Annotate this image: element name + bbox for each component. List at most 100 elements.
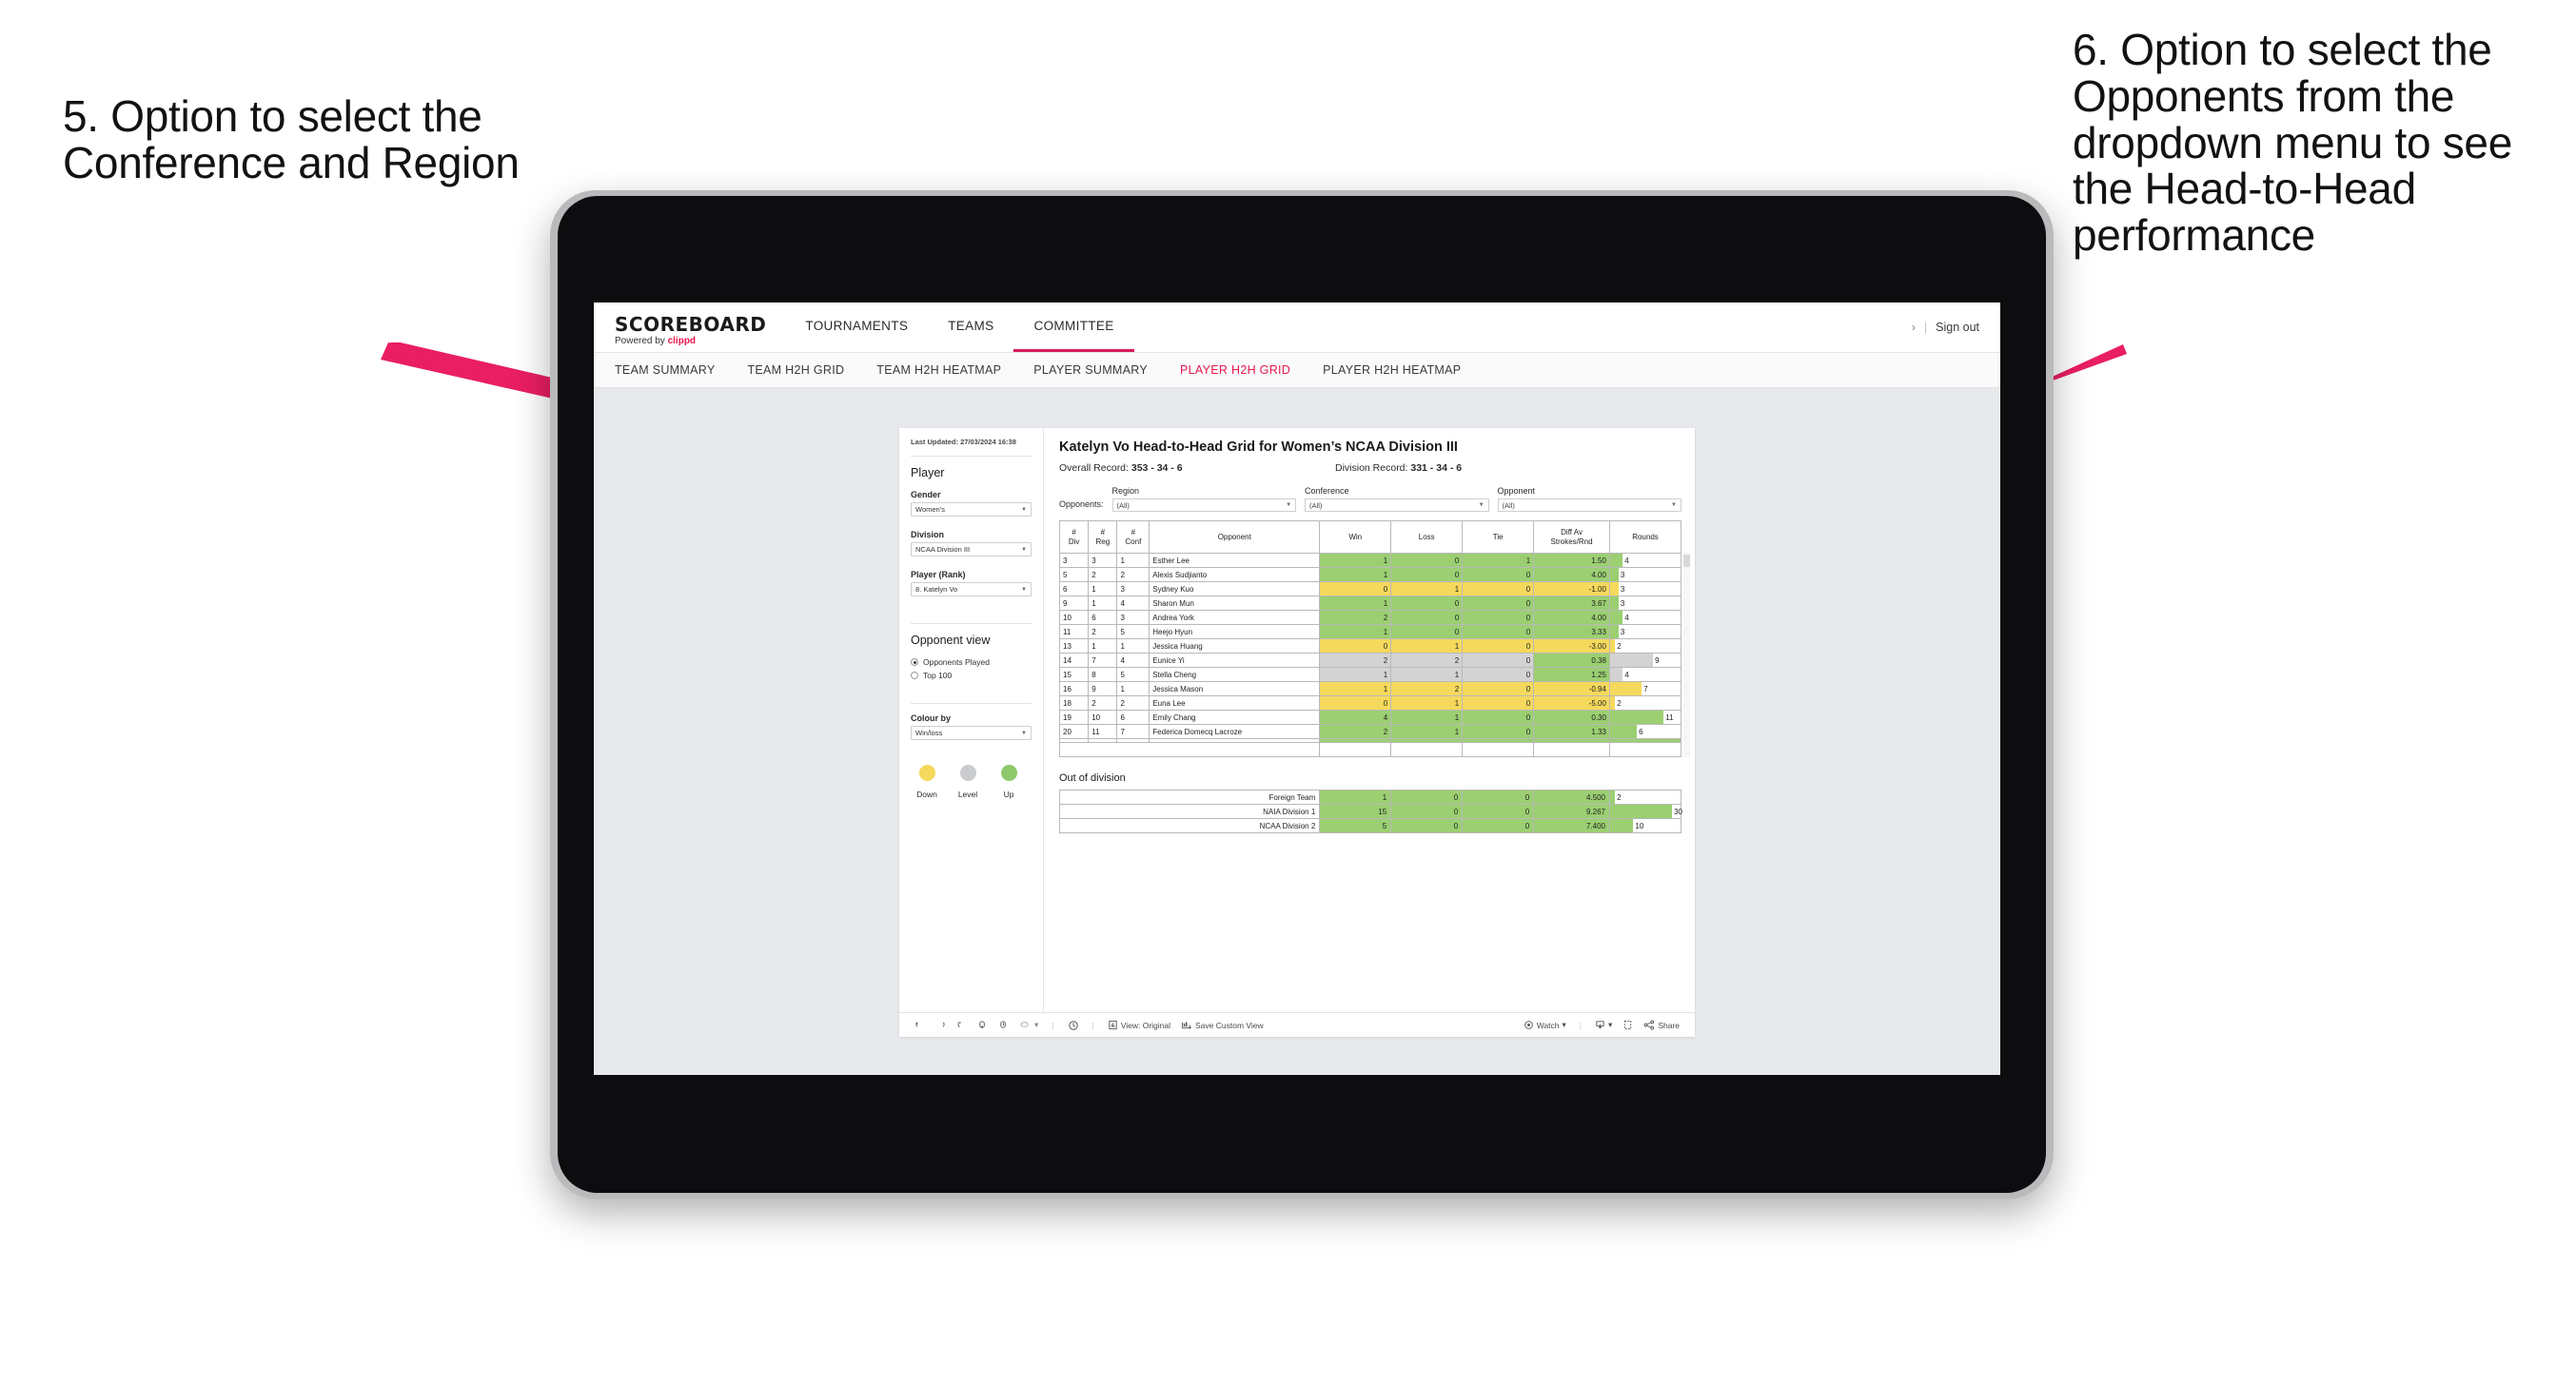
player-rank-select[interactable]: 8. Katelyn Vo ▼ [911,582,1032,597]
division-select[interactable]: NCAA Division III ▼ [911,542,1032,557]
view-original-button[interactable]: View: Original [1108,1020,1170,1030]
row-conf: 5 [1116,667,1150,682]
row-opponent: Jessica Huang [1149,638,1321,654]
region-select[interactable]: (All) ▼ [1111,498,1297,512]
undo-button[interactable] [914,1020,925,1030]
row-tie: 0 [1462,638,1535,654]
highlight-button[interactable]: ▾ [1019,1020,1038,1030]
rounds-value: 4 [1624,556,1629,565]
col-div[interactable]: # Div [1058,520,1090,554]
row-div: 13 [1058,638,1090,654]
dashboard-card: Last Updated: 27/03/2024 16:38 Player Ge… [899,428,1695,1037]
row-conf: 2 [1116,567,1150,582]
rounds-value: 2 [1617,792,1622,802]
col-loss[interactable]: Loss [1390,520,1464,554]
row-reg: 1 [1088,638,1118,654]
table-row[interactable]: 5 2 2 Alexis Sudjianto 1 0 0 4.00 3 [1058,567,1682,582]
table-row[interactable]: 14 7 4 Eunice Yi 2 2 0 0.38 9 [1058,653,1682,668]
table-row[interactable]: 6 1 3 Sydney Kuo 0 1 0 -1.00 3 [1058,581,1682,596]
table-row[interactable]: 19 10 6 Emily Chang 4 1 0 0.30 11 [1058,710,1682,725]
col-win[interactable]: Win [1319,520,1392,554]
watch-label: Watch [1536,1020,1560,1030]
table-row[interactable]: 10 6 3 Andrea York 2 0 0 4.00 4 [1058,610,1682,625]
annotation-left: 5. Option to select the Conference and R… [63,91,520,187]
conference-select[interactable]: (All) ▼ [1305,498,1489,512]
app-logo[interactable]: SCOREBOARD Powered by clippd [594,303,785,352]
watch-button[interactable]: Watch ▾ [1524,1020,1566,1030]
share-button[interactable]: Share [1643,1020,1680,1030]
table-row[interactable]: NCAA Division 2 5 0 0 7.400 10 [1058,818,1682,833]
radio-top-100[interactable]: Top 100 [911,671,1032,680]
row-div: 3 [1058,553,1090,568]
toolbar-divider: | [1579,1020,1583,1030]
opponent-filter-group: Opponent (All) ▼ [1497,486,1681,512]
row-win: 0 [1319,581,1392,596]
dashboard-main: Katelyn Vo Head-to-Head Grid for Women’s… [1044,428,1695,1012]
nav-item-committee[interactable]: COMMITTEE [1013,303,1134,352]
col-rounds[interactable]: Rounds [1608,520,1682,554]
row-loss: 1 [1390,581,1464,596]
row-opponent: Sharon Mun [1149,595,1321,611]
refresh-button[interactable] [977,1020,988,1030]
table-row[interactable]: Foreign Team 1 0 0 4.500 2 [1058,790,1682,805]
table-row[interactable]: 9 1 4 Sharon Mun 1 0 0 3.67 3 [1058,595,1682,611]
tab-team-h2h-grid[interactable]: TEAM H2H GRID [747,363,844,377]
col-tie[interactable]: Tie [1462,520,1535,554]
row-rounds: 2 [1608,695,1682,711]
col-conf[interactable]: # Conf [1116,520,1150,554]
col-opponent[interactable]: Opponent [1149,520,1321,554]
tab-team-summary[interactable]: TEAM SUMMARY [615,363,715,377]
table-row[interactable]: 16 9 1 Jessica Mason 1 2 0 -0.94 7 [1058,681,1682,696]
tab-player-h2h-grid[interactable]: PLAYER H2H GRID [1180,363,1290,377]
colour-by-select[interactable]: Win/loss ▼ [911,726,1032,741]
fullscreen-button[interactable] [1622,1020,1633,1030]
gender-select[interactable]: Women’s ▼ [911,502,1032,517]
tab-team-h2h-heatmap[interactable]: TEAM H2H HEATMAP [876,363,1001,377]
row-tie: 0 [1462,695,1535,711]
ood-row-loss: 0 [1390,790,1464,805]
table-scrollbar[interactable] [1683,553,1690,757]
rounds-bar [1609,711,1664,724]
nav-item-teams[interactable]: TEAMS [928,303,1013,352]
table-row[interactable]: 20 11 7 Federica Domecq Lacroze 2 1 0 1.33 6 [1058,724,1682,739]
download-button[interactable]: ▾ [1595,1020,1612,1030]
secondary-nav: TEAM SUMMARY TEAM H2H GRID TEAM H2H HEAT… [594,353,2000,388]
table-row[interactable]: 15 8 5 Stella Cheng 1 1 0 1.25 4 [1058,667,1682,682]
row-div: 20 [1058,724,1090,739]
sign-out-button[interactable]: Sign out [1936,321,1979,334]
ood-row-win: 5 [1319,818,1392,833]
nav-item-tournaments[interactable]: TOURNAMENTS [785,303,928,352]
col-diff[interactable]: Diff Av Strokes/Rnd [1533,520,1610,554]
table-row[interactable]: 3 3 1 Esther Lee 1 0 1 1.50 4 [1058,553,1682,568]
rounds-value: 2 [1617,641,1622,651]
division-record-label: Division Record: [1335,462,1411,474]
opponent-select[interactable]: (All) ▼ [1497,498,1681,512]
scrollbar-thumb[interactable] [1683,555,1690,567]
radio-icon-selected [911,658,918,667]
tab-player-h2h-heatmap[interactable]: PLAYER H2H HEATMAP [1323,363,1461,377]
row-opponent: Heejo Hyun [1149,624,1321,639]
rounds-value: 10 [1635,821,1644,830]
logo-title: SCOREBOARD [615,313,767,336]
table-row[interactable]: NAIA Division 1 15 0 0 9.267 30 [1058,804,1682,819]
table-row[interactable]: 11 2 5 Heejo Hyun 1 0 0 3.33 3 [1058,624,1682,639]
chevron-right-icon[interactable]: › [1912,321,1916,334]
revert-button[interactable] [956,1020,967,1030]
h2h-table-body: 3 3 1 Esther Lee 1 0 1 1.50 4 5 2 2 Alexis Sudjianto… [1058,553,1682,757]
row-win: 2 [1319,653,1392,668]
row-diff: 1.33 [1533,724,1610,739]
ood-row-loss: 0 [1390,818,1464,833]
tab-player-summary[interactable]: PLAYER SUMMARY [1033,363,1148,377]
redo-button[interactable] [935,1020,946,1030]
radio-opponents-played[interactable]: Opponents Played [911,657,1032,667]
table-row[interactable]: 13 1 1 Jessica Huang 0 1 0 -3.00 2 [1058,638,1682,654]
col-reg[interactable]: # Reg [1088,520,1118,554]
pause-button[interactable] [998,1020,1009,1030]
row-win: 1 [1319,681,1392,696]
ood-row-name: Foreign Team [1058,790,1321,805]
save-custom-view-button[interactable]: Save Custom View [1181,1020,1264,1030]
table-row[interactable]: 18 2 2 Euna Lee 0 1 0 -5.00 2 [1058,695,1682,711]
filters-sidebar: Last Updated: 27/03/2024 16:38 Player Ge… [899,428,1044,1012]
device-layout-button[interactable] [1068,1020,1079,1031]
